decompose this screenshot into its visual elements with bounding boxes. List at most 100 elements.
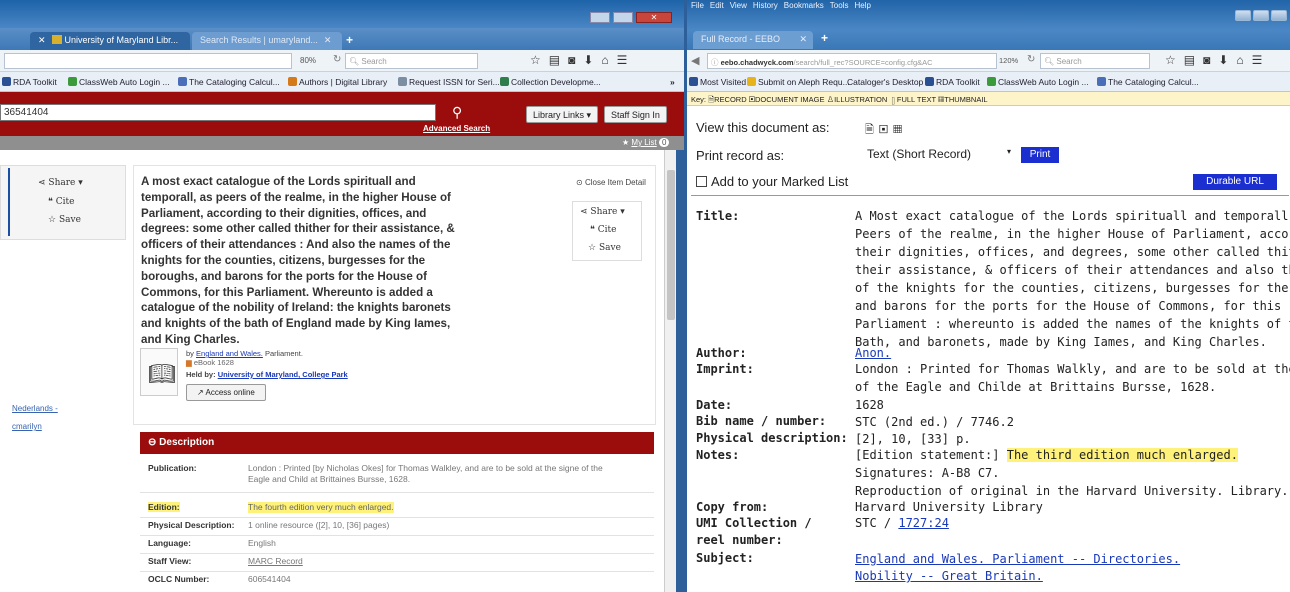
save-button[interactable]: ☆ Save (48, 215, 81, 225)
bookmark-collection-dev[interactable]: Collection Developme... (500, 77, 601, 87)
image-view-icon[interactable]: ▣ (879, 124, 893, 136)
menu-edit[interactable]: Edit (710, 1, 724, 10)
close-icon[interactable]: ✕ (324, 35, 332, 45)
more-bookmarks-icon[interactable]: » (670, 77, 675, 87)
back-icon[interactable]: ◀ (691, 54, 699, 67)
key-prefix: Key: (691, 95, 707, 104)
search-bar[interactable]: 🔍︎ Search (1040, 53, 1150, 69)
durable-url-button[interactable]: Durable URL (1193, 174, 1277, 190)
library-icon[interactable]: ▤ (549, 53, 568, 67)
author-link[interactable]: England and Wales. (196, 349, 263, 358)
title-line: Bath, and baronets, made by King Iames, … (855, 335, 1267, 349)
menu-icon[interactable]: ☰ (1252, 53, 1271, 67)
worldcat-search-input[interactable]: 36541404 (0, 104, 436, 121)
my-list-link[interactable]: ★ My List 0 (622, 138, 670, 147)
search-bar[interactable]: 🔍︎ Search (345, 53, 478, 69)
add-marked-label: Add to your Marked List (711, 174, 849, 189)
bookmark-cataloging-calc[interactable]: The Cataloging Calcul... (178, 77, 280, 87)
bookmark-most-visited[interactable]: Most Visited (689, 77, 746, 87)
menu-help[interactable]: Help (854, 1, 870, 10)
tab-full-record[interactable]: Full Record - EEBO ✕ (693, 31, 813, 49)
close-item-detail-button[interactable]: ⊙ Close Item Detail (576, 178, 646, 187)
maximize-button[interactable] (613, 12, 633, 23)
print-button[interactable]: Print (1021, 147, 1059, 163)
description-header[interactable]: ⊖ Description (140, 432, 654, 454)
star-icon[interactable]: ☆ (530, 53, 549, 67)
new-tab-icon[interactable]: + (821, 31, 828, 45)
bookmark-classweb[interactable]: ClassWeb Auto Login ... (68, 77, 170, 87)
bookmark-authors[interactable]: Authors | Digital Library (288, 77, 387, 87)
close-window-button[interactable]: ✕ (636, 12, 672, 23)
add-marked-list[interactable]: Add to your Marked List (696, 174, 848, 189)
subject-link-1[interactable]: England and Wales. Parliament -- Directo… (855, 550, 1180, 568)
bookmark-cataloging-calc[interactable]: The Cataloging Calcul... (1097, 77, 1199, 87)
url-bar[interactable] (4, 53, 292, 69)
new-tab-icon[interactable]: + (346, 33, 353, 47)
description-title: Description (159, 437, 215, 448)
minimize-button[interactable] (1235, 10, 1251, 21)
share-button[interactable]: ⋖ Share ▾ (38, 178, 83, 188)
item-save-button[interactable]: ☆ Save (588, 243, 621, 253)
fulltext-view-icon[interactable]: ▦ (893, 124, 907, 136)
tab-label: Full Record - EEBO (701, 34, 781, 44)
advanced-search-link[interactable]: Advanced Search (423, 124, 490, 133)
bookmark-request-issn[interactable]: Request ISSN for Seri... (398, 77, 500, 87)
desc-value: The fourth edition very much enlarged. (248, 502, 394, 513)
side-link-nederlands[interactable]: Nederlands - (12, 404, 58, 413)
star-icon[interactable]: ☆ (1165, 53, 1184, 67)
bookmark-aleph[interactable]: Submit on Aleph Requ... (747, 77, 850, 87)
pocket-icon[interactable]: ◙ (568, 53, 583, 67)
cite-button[interactable]: ❝ Cite (48, 197, 74, 207)
menu-icon[interactable]: ☰ (617, 53, 636, 67)
menu-history[interactable]: History (753, 1, 778, 10)
held-by-link[interactable]: University of Maryland, College Park (218, 370, 348, 379)
print-format-select[interactable]: Text (Short Record) ▾ (865, 146, 1015, 164)
menu-bookmarks[interactable]: Bookmarks (784, 1, 824, 10)
minimize-button[interactable] (590, 12, 610, 23)
staff-sign-in-button[interactable]: Staff Sign In (604, 106, 667, 123)
item-title: A most exact catalogue of the Lords spir… (141, 174, 481, 348)
bookmark-classweb[interactable]: ClassWeb Auto Login ... (987, 77, 1089, 87)
reload-icon[interactable]: ↻ (1027, 54, 1035, 65)
record-view-icon[interactable]: 🗎 (865, 124, 879, 136)
menu-tools[interactable]: Tools (830, 1, 849, 10)
download-icon[interactable]: ⬇ (583, 53, 601, 67)
umi-reel-link[interactable]: 1727:24 (898, 516, 949, 530)
download-icon[interactable]: ⬇ (1218, 53, 1236, 67)
checkbox[interactable] (696, 176, 707, 187)
tab-university-maryland[interactable]: ✕ University of Maryland Libr... (30, 32, 190, 50)
zoom-level[interactable]: 120% (999, 56, 1018, 65)
title-line: degrees: some other called thither for t… (141, 222, 455, 236)
scrollbar-thumb[interactable] (667, 170, 675, 320)
maximize-button[interactable] (1253, 10, 1269, 21)
close-window-button[interactable] (1271, 10, 1287, 21)
reload-icon[interactable]: ↻ (333, 54, 341, 65)
desc-row-physical: Physical Description: 1 online resource (… (140, 520, 654, 536)
pocket-icon[interactable]: ◙ (1203, 53, 1218, 67)
zoom-level[interactable]: 80% (300, 56, 316, 65)
home-icon[interactable]: ⌂ (1236, 53, 1251, 67)
bookmark-label: Collection Developme... (511, 77, 601, 87)
item-cite-button[interactable]: ❝ Cite (590, 225, 616, 235)
left-scrollbar[interactable] (664, 150, 676, 592)
url-bar[interactable]: ⓘ eebo.chadwyck.com/search/full_rec?SOUR… (707, 53, 997, 69)
subject-link-2[interactable]: Nobility -- Great Britain. (855, 567, 1043, 585)
home-icon[interactable]: ⌂ (601, 53, 616, 67)
library-links-button[interactable]: Library Links ▾ (526, 106, 599, 123)
format-line: ▆ eBook 1628 (186, 358, 234, 367)
marc-record-link[interactable]: MARC Record (248, 556, 303, 567)
illustration-icon: ♙ (826, 95, 835, 104)
bookmark-rda-toolkit[interactable]: RDA Toolkit (2, 77, 57, 87)
side-link-cmarilyn[interactable]: cmarilyn (12, 422, 42, 431)
library-icon[interactable]: ▤ (1184, 53, 1203, 67)
item-share-button[interactable]: ⋖ Share ▾ (580, 207, 625, 217)
bookmark-rda-toolkit[interactable]: RDA Toolkit (925, 77, 980, 87)
access-online-button[interactable]: ↗ Access online (186, 384, 266, 401)
tab-search-results[interactable]: Search Results | umaryland... ✕ (192, 32, 342, 50)
search-icon[interactable]: ⚲ (452, 104, 462, 121)
menu-file[interactable]: File (691, 1, 704, 10)
close-icon[interactable]: ✕ (38, 35, 46, 45)
close-icon[interactable]: ✕ (799, 34, 807, 45)
menu-view[interactable]: View (730, 1, 747, 10)
bookmark-catalogers-desktop[interactable]: Cataloger's Desktop (847, 77, 923, 87)
